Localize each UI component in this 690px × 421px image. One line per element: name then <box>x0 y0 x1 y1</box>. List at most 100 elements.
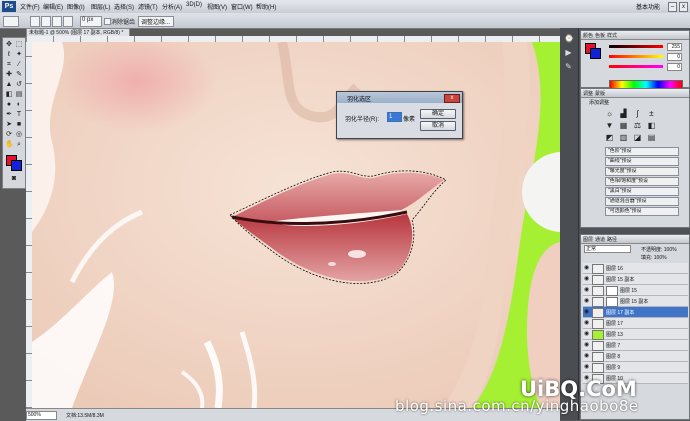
move-tool-icon[interactable]: ✥ <box>5 41 13 49</box>
preset-black-white[interactable]: "黑白"预设 <box>605 187 679 196</box>
marquee-tool-icon[interactable]: ⬚ <box>15 41 23 49</box>
red-slider[interactable] <box>609 45 663 48</box>
tab-layers[interactable]: 图层 <box>583 236 593 243</box>
ok-button[interactable]: 确定 <box>420 109 456 119</box>
opacity-field[interactable]: 不透明度: 100% <box>641 246 677 253</box>
subtract-selection-icon[interactable] <box>52 16 62 27</box>
document-canvas[interactable] <box>32 42 560 408</box>
lasso-tool-icon[interactable]: ℓ <box>5 51 13 59</box>
visibility-eye-icon[interactable]: ◉ <box>584 265 590 271</box>
actions-icon[interactable]: ▶ <box>564 48 573 57</box>
panel-background-swatch[interactable] <box>590 48 601 59</box>
preset-selective-color[interactable]: "可选颜色"预设 <box>605 207 679 216</box>
brushes-icon[interactable]: ✎ <box>564 62 573 71</box>
vibrance-icon[interactable]: ▼ <box>605 121 614 130</box>
hue-saturation-icon[interactable]: ▦ <box>619 121 628 130</box>
visibility-eye-icon[interactable]: ◉ <box>584 342 590 348</box>
layer-row[interactable]: ◉ 图层 15 <box>583 285 688 296</box>
history-brush-tool-icon[interactable]: ↺ <box>15 81 23 89</box>
3d-camera-tool-icon[interactable]: ◎ <box>15 131 23 139</box>
gradient-tool-icon[interactable]: ▤ <box>15 91 23 99</box>
threshold-icon[interactable]: ◪ <box>633 133 642 142</box>
tab-masks[interactable]: 蒙版 <box>595 90 605 97</box>
add-selection-icon[interactable] <box>41 16 51 27</box>
preset-hue-saturation[interactable]: "色相/饱和度"预设 <box>605 177 679 186</box>
clone-stamp-tool-icon[interactable]: ▲ <box>5 81 13 89</box>
preset-exposure[interactable]: "曝光度"预设 <box>605 167 679 176</box>
menu-edit[interactable]: 编辑(E) <box>43 2 63 11</box>
visibility-eye-icon[interactable]: ◉ <box>584 364 590 370</box>
visibility-eye-icon[interactable]: ◉ <box>584 320 590 326</box>
eyedropper-tool-icon[interactable]: ⁄ <box>15 61 23 69</box>
posterize-icon[interactable]: ▥ <box>619 133 628 142</box>
tab-color[interactable]: 颜色 <box>583 32 593 39</box>
type-tool-icon[interactable]: T <box>15 111 23 119</box>
brightness-icon[interactable]: ☼ <box>605 109 614 118</box>
curves-icon[interactable]: ∫ <box>633 109 642 118</box>
menu-window[interactable]: 窗口(W) <box>231 2 253 11</box>
minimize-icon[interactable]: – <box>668 2 677 12</box>
zoom-level-field[interactable]: 500% <box>26 411 57 420</box>
layer-row[interactable]: ◉ 图层 8 <box>583 351 688 362</box>
cancel-button[interactable]: 取消 <box>420 121 456 131</box>
workspace-switcher[interactable]: 基本功能 <box>636 2 660 11</box>
eraser-tool-icon[interactable]: ◧ <box>5 91 13 99</box>
exposure-icon[interactable]: ± <box>647 109 656 118</box>
menu-view[interactable]: 视图(V) <box>207 2 227 11</box>
close-window-icon[interactable]: x <box>679 2 688 12</box>
menu-filter[interactable]: 滤镜(T) <box>138 2 158 11</box>
menu-select[interactable]: 选择(S) <box>114 2 134 11</box>
menu-help[interactable]: 帮助(H) <box>256 2 276 11</box>
hand-tool-icon[interactable]: ✋ <box>5 141 14 149</box>
menu-3d[interactable]: 3D(D) <box>186 2 202 8</box>
shape-tool-icon[interactable]: ■ <box>15 121 23 129</box>
menu-file[interactable]: 文件(F) <box>20 2 40 11</box>
path-select-tool-icon[interactable]: ➤ <box>5 121 13 129</box>
layer-row[interactable]: ◉ 图层 17 <box>583 318 688 329</box>
black-white-icon[interactable]: ◧ <box>647 121 656 130</box>
blend-mode-select[interactable]: 正常 <box>584 245 631 253</box>
blur-tool-icon[interactable]: ● <box>5 101 13 109</box>
dialog-title-bar[interactable]: 羽化选区 x <box>337 92 462 103</box>
layer-row[interactable]: ◉ 图层 16 <box>583 263 688 274</box>
3d-rotate-tool-icon[interactable]: ⟳ <box>5 131 13 139</box>
layer-row[interactable]: ◉ 图层 13 <box>583 329 688 340</box>
levels-icon[interactable]: ▟ <box>619 109 628 118</box>
visibility-eye-icon[interactable]: ◉ <box>584 331 590 337</box>
green-slider[interactable] <box>609 55 663 58</box>
invert-icon[interactable]: ◩ <box>605 133 614 142</box>
new-selection-icon[interactable] <box>30 16 40 27</box>
layer-row[interactable]: ◉ 图层 7 <box>583 340 688 351</box>
layer-row-selected[interactable]: ◉ 图层 17 副本 <box>583 307 688 318</box>
preset-channel-mixer[interactable]: "通道混合器"预设 <box>605 197 679 206</box>
tab-adjustments[interactable]: 调整 <box>583 90 593 97</box>
preset-curves[interactable]: "曲线"预设 <box>605 157 679 166</box>
blue-slider[interactable] <box>609 65 663 68</box>
intersect-selection-icon[interactable] <box>63 16 73 27</box>
visibility-eye-icon[interactable]: ◉ <box>584 353 590 359</box>
quick-mask-icon[interactable]: ◙ <box>10 175 18 183</box>
healing-brush-tool-icon[interactable]: ✚ <box>5 71 13 79</box>
preset-levels[interactable]: "色阶"预设 <box>605 147 679 156</box>
zoom-tool-icon[interactable]: ⌕ <box>15 141 23 149</box>
background-color-swatch[interactable] <box>11 160 22 171</box>
brush-tool-icon[interactable]: ✎ <box>15 71 23 79</box>
history-icon[interactable]: ⌚ <box>564 34 574 43</box>
layer-row[interactable]: ◉ 图层 15 副本 <box>583 296 688 307</box>
tab-swatches[interactable]: 色板 <box>595 32 605 39</box>
menu-analysis[interactable]: 分析(A) <box>162 2 182 11</box>
visibility-eye-icon[interactable]: ◉ <box>584 276 590 282</box>
tab-styles[interactable]: 样式 <box>607 32 617 39</box>
dodge-tool-icon[interactable]: ◐ <box>15 101 23 109</box>
crop-tool-icon[interactable]: ⌗ <box>5 61 13 69</box>
visibility-eye-icon[interactable]: ◉ <box>584 309 590 315</box>
fill-field[interactable]: 填充: 100% <box>641 254 667 261</box>
feather-radius-input[interactable]: 1 <box>387 112 402 122</box>
tab-paths[interactable]: 路径 <box>607 236 617 243</box>
layer-row[interactable]: ◉ 图层 15 副本 <box>583 274 688 285</box>
visibility-eye-icon[interactable]: ◉ <box>584 287 590 293</box>
antialias-checkbox[interactable] <box>104 18 111 25</box>
menu-image[interactable]: 图像(I) <box>67 2 85 11</box>
blue-value[interactable]: 0 <box>667 63 682 71</box>
red-value[interactable]: 255 <box>667 43 682 51</box>
